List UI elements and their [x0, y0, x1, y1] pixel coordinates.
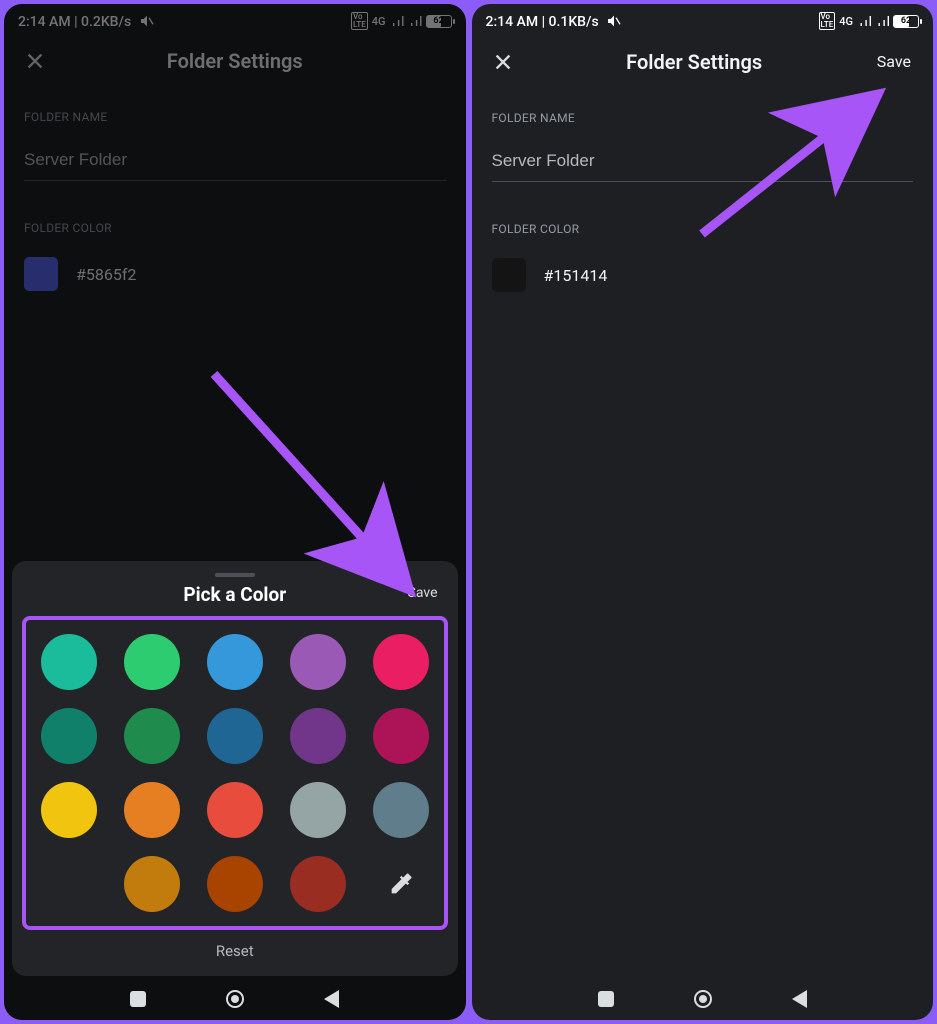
network-label: 4G: [372, 15, 386, 28]
color-palette: [22, 616, 448, 930]
color-option[interactable]: [124, 782, 180, 838]
color-picker-sheet: Pick a Color Save Reset: [12, 561, 458, 976]
reset-button[interactable]: Reset: [22, 942, 448, 960]
header: Folder Settings: [4, 34, 466, 92]
color-hex: #5865f2: [76, 265, 136, 284]
nav-back-button[interactable]: [792, 990, 807, 1008]
color-option[interactable]: [207, 782, 263, 838]
phone-right: 2:14 AM | 0.1KB/s VoLTE 4G 62 Folder Set…: [472, 4, 934, 1020]
nav-home-button[interactable]: [226, 990, 244, 1008]
color-option[interactable]: [124, 634, 180, 690]
mute-icon: [139, 13, 155, 29]
status-right: VoLTE 4G 62: [819, 12, 920, 30]
phone-left: 2:14 AM | 0.2KB/s VoLTE 4G 62 Folder Set…: [4, 4, 466, 1020]
color-option[interactable]: [41, 634, 97, 690]
color-swatch: [492, 258, 526, 292]
status-time: 2:14 AM: [486, 14, 539, 30]
color-option[interactable]: [373, 634, 429, 690]
sheet-title: Pick a Color: [183, 583, 286, 606]
folder-color-label: FOLDER COLOR: [492, 222, 914, 236]
status-time: 2:14 AM: [18, 14, 71, 30]
color-option[interactable]: [124, 856, 180, 912]
color-option[interactable]: [207, 708, 263, 764]
folder-color-label: FOLDER COLOR: [24, 221, 446, 235]
nav-back-button[interactable]: [324, 990, 339, 1008]
color-option[interactable]: [41, 782, 97, 838]
folder-name-label: FOLDER NAME: [492, 111, 914, 125]
signal-icon-2: [408, 16, 422, 26]
color-option[interactable]: [290, 856, 346, 912]
status-bar: 2:14 AM | 0.1KB/s VoLTE 4G 62: [472, 4, 934, 34]
color-option[interactable]: [290, 782, 346, 838]
page-title: Folder Settings: [516, 50, 873, 74]
nav-home-button[interactable]: [694, 990, 712, 1008]
color-option[interactable]: [207, 856, 263, 912]
nav-bar: [4, 978, 466, 1020]
folder-name-label: FOLDER NAME: [24, 110, 446, 124]
battery-icon: 62: [426, 15, 452, 28]
content: FOLDER NAME FOLDER COLOR #151414: [472, 93, 934, 1020]
save-button[interactable]: Save: [873, 48, 915, 75]
nav-recent-button[interactable]: [130, 991, 146, 1007]
eyedropper-button[interactable]: [373, 856, 429, 912]
status-left: 2:14 AM | 0.1KB/s: [486, 13, 623, 30]
color-option[interactable]: [207, 634, 263, 690]
header: Folder Settings Save: [472, 34, 934, 93]
folder-name-input[interactable]: [24, 144, 446, 181]
color-option[interactable]: [373, 782, 429, 838]
nav-recent-button[interactable]: [598, 991, 614, 1007]
sheet-save-button[interactable]: Save: [408, 585, 438, 601]
status-bar: 2:14 AM | 0.2KB/s VoLTE 4G 62: [4, 4, 466, 34]
color-option[interactable]: [290, 634, 346, 690]
status-speed: 0.2KB/s: [81, 14, 131, 30]
signal-icon: [857, 16, 871, 26]
nav-bar: [472, 978, 934, 1020]
close-icon: [492, 51, 514, 73]
signal-icon: [390, 16, 404, 26]
close-icon: [24, 50, 46, 72]
status-speed: 0.1KB/s: [549, 14, 599, 30]
status-left: 2:14 AM | 0.2KB/s: [18, 13, 155, 30]
color-option[interactable]: [41, 708, 97, 764]
battery-icon: 62: [893, 15, 919, 28]
status-right: VoLTE 4G 62: [351, 12, 452, 30]
close-button[interactable]: [22, 48, 48, 74]
mute-icon: [606, 13, 622, 29]
sheet-handle[interactable]: [215, 573, 255, 577]
color-option[interactable]: [290, 708, 346, 764]
signal-icon-2: [875, 16, 889, 26]
network-label: 4G: [839, 15, 853, 28]
page-title: Folder Settings: [48, 49, 422, 73]
volte-icon: VoLTE: [819, 12, 836, 30]
color-option[interactable]: [373, 708, 429, 764]
color-hex: #151414: [544, 266, 608, 285]
close-button[interactable]: [490, 49, 516, 75]
color-option[interactable]: [124, 708, 180, 764]
eyedropper-icon: [387, 870, 415, 898]
color-swatch: [24, 257, 58, 291]
folder-name-input[interactable]: [492, 145, 914, 182]
volte-icon: VoLTE: [351, 12, 368, 30]
folder-color-row[interactable]: #151414: [492, 258, 914, 292]
folder-color-row[interactable]: #5865f2: [24, 257, 446, 291]
